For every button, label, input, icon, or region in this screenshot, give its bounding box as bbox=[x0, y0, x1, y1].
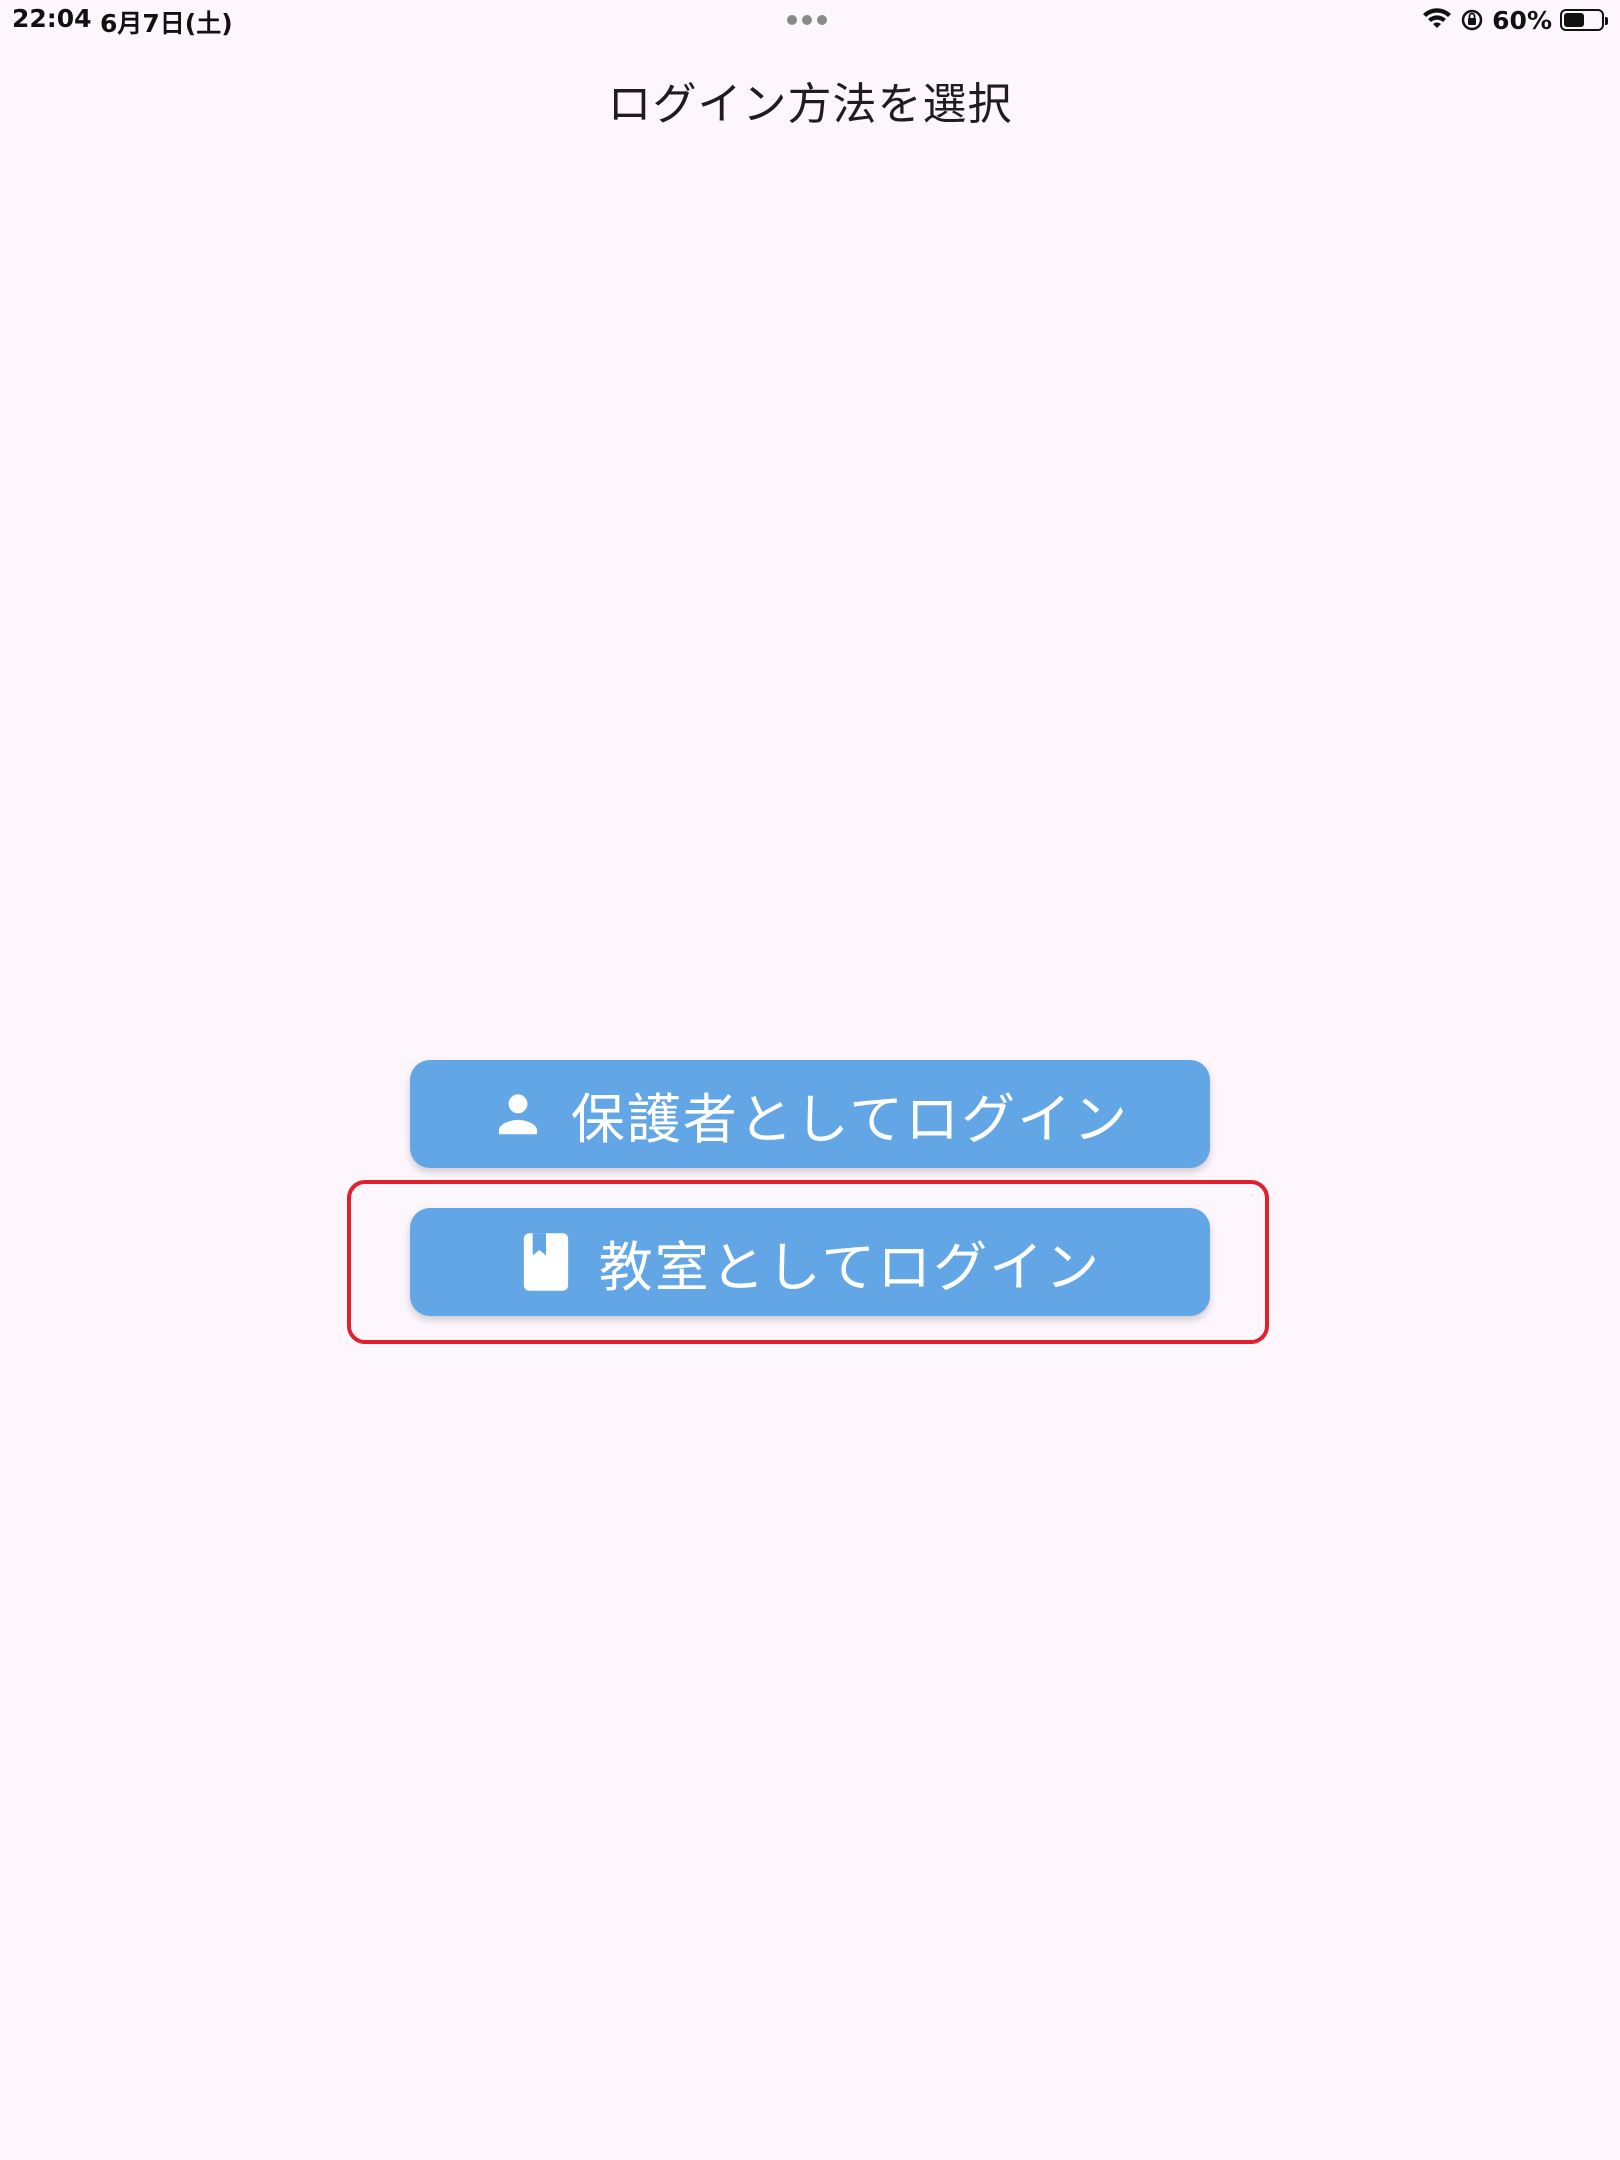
lock-rotation-icon bbox=[1460, 8, 1484, 32]
status-bar: 22:04 6月7日(土) 60% bbox=[0, 0, 1620, 40]
battery-icon bbox=[1560, 9, 1608, 31]
person-icon bbox=[491, 1087, 545, 1141]
login-as-guardian-label: 保護者としてログイン bbox=[570, 1089, 1130, 1150]
multitasking-dots-icon[interactable] bbox=[787, 15, 827, 25]
status-time: 22:04 bbox=[12, 4, 92, 33]
highlight-annotation bbox=[347, 1180, 1269, 1344]
status-date: 6月7日(土) bbox=[100, 9, 233, 38]
wifi-icon bbox=[1422, 8, 1452, 32]
page-title: ログイン方法を選択 bbox=[607, 79, 1013, 130]
status-indicators: 60% bbox=[1422, 4, 1608, 36]
battery-percent: 60% bbox=[1492, 5, 1552, 35]
login-as-guardian-button[interactable]: 保護者としてログイン bbox=[410, 1060, 1210, 1168]
